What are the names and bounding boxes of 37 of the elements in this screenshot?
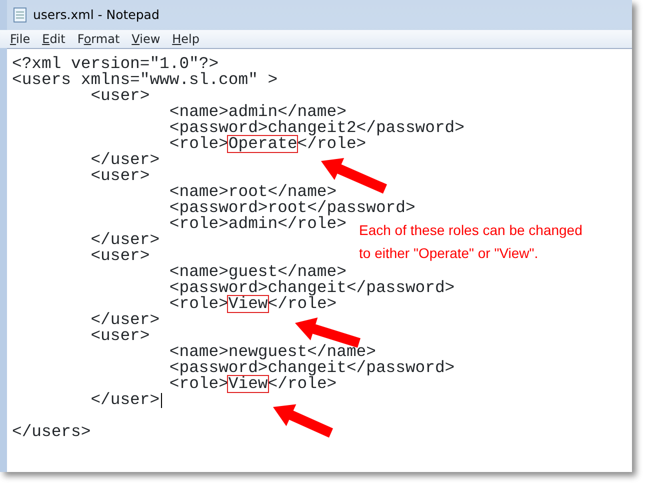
menu-item[interactable]: File: [4, 30, 36, 48]
code-line: <users xmlns="www.sl.com" >: [12, 72, 278, 88]
code-line: <name>guest</name>: [168, 264, 346, 280]
code-line: </user>: [90, 152, 160, 168]
code-line: <?xml version="1.0"?>: [12, 56, 219, 72]
callout-text: Each of these roles can be changed: [359, 221, 582, 240]
menu-item[interactable]: Edit: [36, 30, 72, 48]
code-line: <password>root</password>: [168, 200, 416, 216]
code-line: </user>: [90, 232, 160, 248]
code-line: </users>: [12, 424, 91, 440]
code-line: </user>: [90, 392, 160, 408]
highlighted-value: View: [228, 296, 268, 312]
code-text: <role>: [168, 296, 228, 312]
code-text: <role>: [168, 376, 228, 392]
code-line: <role>admin</role>: [168, 216, 346, 232]
code-line: <user>: [90, 168, 150, 184]
code-line: <password>changeit2</password>: [168, 120, 464, 136]
code-line: <user>: [90, 88, 150, 104]
code-text: </role>: [297, 136, 366, 152]
code-line: </user>: [90, 312, 160, 328]
highlighted-value: View: [228, 376, 268, 392]
code-line: <name>newguest</name>: [168, 344, 376, 360]
menu-item[interactable]: Format: [71, 30, 126, 48]
code-line: <name>root</name>: [168, 184, 337, 200]
code-line: <password>changeit</password>: [168, 360, 455, 376]
code-line: <user>: [90, 248, 150, 264]
highlighted-value: Operate: [228, 136, 298, 152]
code-line: <password>changeit</password>: [168, 280, 455, 296]
callout-text: to either "Operate" or "View".: [359, 244, 540, 263]
window-title: users.xml - Notepad: [33, 6, 160, 24]
code-text: <role>: [168, 136, 228, 152]
code-line: <name>admin</name>: [168, 104, 346, 120]
menu-item[interactable]: View: [126, 30, 166, 48]
notepad-icon: [13, 7, 27, 23]
code-line: <user>: [90, 328, 150, 344]
arrow: [273, 404, 333, 438]
menu-item[interactable]: Help: [166, 30, 206, 48]
